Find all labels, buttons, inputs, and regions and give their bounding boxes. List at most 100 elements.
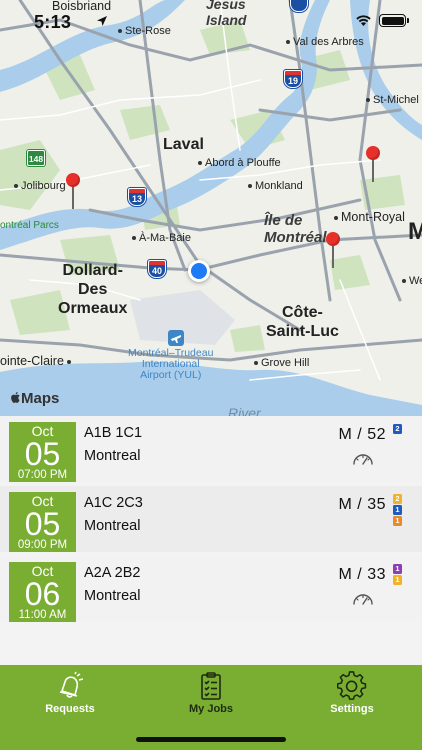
- job-badges: 2: [393, 424, 402, 435]
- job-time: 11:00 AM: [18, 609, 67, 621]
- map-label-airport: Montréal–Trudeau International Airport (YU…: [128, 348, 213, 381]
- place-dot: [132, 236, 136, 241]
- place-dot: [334, 215, 338, 220]
- job-row[interactable]: Oct 06 11:00 AM A2A 2B2 Montreal M / 33 1 1: [0, 556, 422, 622]
- map-label-river: River: [228, 405, 261, 416]
- map-label-airport-line3: Airport (YUL): [140, 369, 202, 381]
- map-label-grove-hill: Grove Hill: [254, 357, 309, 369]
- highway-148-shield: 148: [27, 150, 45, 166]
- place-dot: [254, 361, 258, 366]
- map-label-we-text: We: [409, 275, 422, 287]
- job-date-box: Oct 06 11:00 AM: [9, 562, 76, 622]
- job-location-pin[interactable]: [366, 146, 380, 182]
- shield-number: 19: [285, 75, 301, 87]
- job-size: M / 52: [338, 426, 386, 443]
- map-view[interactable]: Boisbriand Ste-Rose Jesus Island Val des …: [0, 0, 422, 416]
- speedometer-icon: [353, 594, 373, 605]
- status-bar-indicators: [355, 14, 409, 27]
- shield-number: 13: [129, 193, 145, 205]
- map-label-a-ma-baie-text: À-Ma-Baie: [139, 232, 191, 244]
- wifi-icon: [356, 15, 371, 26]
- map-label-m-edge: M: [408, 218, 422, 245]
- map-label-jesus-line1: Jesus: [206, 0, 246, 12]
- apple-logo-icon: [11, 392, 20, 403]
- highway-13-shield: 13: [128, 188, 146, 206]
- tab-requests[interactable]: Requests: [0, 665, 140, 725]
- tab-my-jobs[interactable]: My Jobs: [141, 665, 281, 725]
- tab-requests-label: Requests: [45, 703, 95, 715]
- job-city: Montreal: [84, 588, 141, 604]
- place-dot: [67, 359, 72, 364]
- map-label-ile-line1: Île de: [264, 212, 303, 229]
- battery-fill: [381, 16, 404, 25]
- map-label-ile-de-montreal: Île de Montréal: [264, 212, 327, 246]
- tab-bar: Requests My Jobs Settings: [0, 665, 422, 750]
- job-row[interactable]: Oct 05 09:00 PM A1C 2C3 Montreal M / 35 2 1 1: [0, 486, 422, 552]
- job-row[interactable]: Oct 05 07:00 PM A1B 1C1 Montreal M / 52 2: [0, 416, 422, 482]
- map-label-grove-hill-text: Grove Hill: [261, 357, 310, 369]
- map-label-pointe-claire-text: ointe-Claire: [0, 354, 64, 368]
- job-date-box: Oct 05 07:00 PM: [9, 422, 76, 482]
- map-label-montreal-parcs: ontréal Parcs: [0, 220, 59, 231]
- job-time: 07:00 PM: [17, 469, 68, 481]
- airport-icon: [168, 330, 184, 346]
- map-label-monkland-text: Monkland: [255, 180, 303, 192]
- job-badge: 1: [393, 575, 402, 585]
- map-label-abord-a-plouffe-text: Abord à Plouffe: [205, 157, 281, 169]
- job-time: 09:00 PM: [17, 539, 68, 551]
- map-label-dollard-line3: Ormeaux: [58, 300, 128, 317]
- job-badge: 2: [393, 494, 402, 504]
- speedometer-icon: [353, 454, 373, 465]
- job-list[interactable]: Oct 05 07:00 PM A1B 1C1 Montreal M / 52 2 Oct 05…: [0, 416, 422, 666]
- map-label-pointe-claire: ointe-Claire: [0, 354, 74, 368]
- job-date-box: Oct 05 09:00 PM: [9, 492, 76, 552]
- place-dot: [118, 29, 122, 34]
- job-badge: 2: [393, 424, 402, 434]
- job-size: M / 35: [338, 496, 386, 513]
- job-location-pin[interactable]: [66, 173, 80, 209]
- job-size: M / 33: [338, 566, 386, 583]
- battery-icon: [379, 14, 409, 27]
- job-day: 06: [24, 576, 61, 612]
- clipboard-icon: [201, 672, 221, 700]
- map-label-mont-royal: Mont-Royal: [334, 210, 405, 224]
- map-label-jesus-line2: Island: [206, 12, 247, 28]
- map-label-ste-rose: Ste-Rose: [118, 25, 171, 37]
- map-label-dollard-des-ormeaux: Dollard- Des Ormeaux: [58, 261, 127, 318]
- home-indicator[interactable]: [136, 737, 286, 742]
- map-label-jesus-island: Jesus Island: [206, 0, 246, 28]
- map-label-dollard-line2: Des: [78, 281, 108, 298]
- map-label-val-des-arbres-text: Val des Arbres: [293, 36, 364, 48]
- place-dot: [366, 98, 370, 103]
- location-arrow-icon: [97, 16, 107, 26]
- job-badges: 11: [393, 564, 402, 586]
- job-badge: 1: [393, 516, 402, 526]
- map-label-dollard-line1: Dollard-: [62, 262, 123, 279]
- place-dot: [402, 279, 406, 284]
- map-label-jolibourg: Jolibourg: [14, 180, 66, 192]
- job-postal-code: A2A 2B2: [84, 565, 141, 581]
- maps-attribution[interactable]: Maps: [10, 390, 59, 407]
- job-day: 05: [24, 506, 61, 542]
- map-label-cote-line1: Côte-: [282, 304, 323, 321]
- map-label-st-michel: St-Michel: [366, 94, 419, 106]
- job-city: Montreal: [84, 448, 141, 464]
- highway-19-shield: 19: [284, 70, 302, 88]
- shield-number: [291, 0, 307, 11]
- map-label-cote-line2: Saint-Luc: [266, 323, 339, 340]
- place-dot: [286, 40, 290, 45]
- map-label-monkland: Monkland: [248, 180, 303, 192]
- app-screen: Boisbriand Ste-Rose Jesus Island Val des …: [0, 0, 422, 750]
- job-badge: 1: [393, 505, 402, 515]
- bell-icon: [59, 671, 84, 698]
- job-postal-code: A1C 2C3: [84, 495, 143, 511]
- gear-icon: [337, 671, 367, 700]
- job-location-pin[interactable]: [326, 232, 340, 268]
- map-label-val-des-arbres: Val des Arbres: [286, 36, 364, 48]
- tab-settings[interactable]: Settings: [282, 665, 422, 725]
- map-label-jolibourg-text: Jolibourg: [21, 180, 66, 192]
- place-dot: [248, 184, 252, 189]
- map-label-ste-rose-text: Ste-Rose: [125, 25, 171, 37]
- status-bar-time: 5:13: [34, 12, 72, 32]
- job-city: Montreal: [84, 518, 141, 534]
